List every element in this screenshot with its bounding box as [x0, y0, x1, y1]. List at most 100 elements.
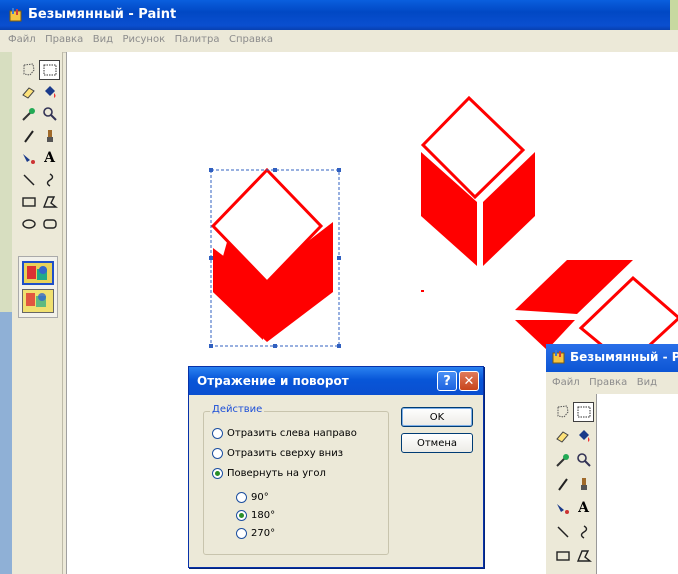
menu-image[interactable]: Рисунок — [122, 34, 165, 45]
second-airbrush-tool[interactable] — [552, 498, 573, 518]
radio-flip-vertical-label: Отразить сверху вниз — [227, 448, 344, 459]
fill-bucket-icon — [44, 86, 55, 98]
menu-file[interactable]: Файл — [8, 34, 36, 45]
rectangle-tool[interactable] — [18, 192, 39, 212]
rounded-rect-tool[interactable] — [39, 214, 60, 234]
second-fill-tool[interactable] — [573, 426, 594, 446]
radio-rotate-dot[interactable] — [212, 468, 223, 479]
menu-view[interactable]: Вид — [93, 34, 113, 45]
second-polygon-tool[interactable] — [573, 546, 594, 566]
radio-flip-horizontal-dot[interactable] — [212, 428, 223, 439]
title-bar[interactable]: Безымянный - Paint — [0, 0, 678, 30]
airbrush-tool[interactable] — [18, 148, 39, 168]
second-curve-tool[interactable] — [573, 522, 594, 542]
radio-flip-vertical[interactable]: Отразить сверху вниз — [212, 448, 343, 459]
second-rect-select-icon — [577, 406, 590, 418]
red-cube-2 — [420, 95, 535, 266]
paint-app-icon — [9, 8, 22, 22]
pencil-tool[interactable] — [18, 126, 39, 146]
second-magnifier-tool[interactable] — [573, 450, 594, 470]
transparent-option-icon — [26, 293, 46, 307]
rect-select-icon — [43, 64, 56, 76]
radio-angle-270-dot[interactable] — [236, 528, 247, 539]
second-pencil-icon — [557, 478, 568, 491]
radio-flip-vertical-dot[interactable] — [212, 448, 223, 459]
menu-help[interactable]: Справка — [229, 34, 273, 45]
second-free-select-icon — [557, 405, 569, 418]
line-tool[interactable] — [18, 170, 39, 190]
brush-tool[interactable] — [39, 126, 60, 146]
eraser-tool[interactable] — [18, 82, 39, 102]
magnifier-tool[interactable] — [39, 104, 60, 124]
second-rectangle-icon — [555, 551, 570, 561]
second-rectangle-tool[interactable] — [552, 546, 573, 566]
radio-angle-270-label: 270° — [251, 528, 276, 539]
rounded-rect-icon — [42, 219, 57, 229]
second-rect-select-tool[interactable] — [573, 402, 594, 422]
radio-rotate-label: Повернуть на угол — [227, 468, 326, 479]
ok-button[interactable]: OK — [401, 407, 473, 427]
polygon-tool[interactable] — [39, 192, 60, 212]
second-drawing-canvas[interactable] — [596, 394, 678, 574]
second-menu-bar: Файл Правка Вид — [546, 372, 678, 394]
text-tool-icon: A — [44, 150, 55, 166]
eraser-icon — [21, 87, 35, 99]
dialog-title-bar[interactable]: Отражение и поворот ? ✕ — [189, 367, 483, 395]
second-menu-edit[interactable]: Правка — [589, 377, 627, 388]
second-pencil-tool[interactable] — [552, 474, 573, 494]
ellipse-icon — [21, 219, 36, 229]
curve-icon — [46, 173, 53, 187]
menu-palette[interactable]: Палитра — [175, 34, 220, 45]
radio-angle-90-label: 90° — [251, 492, 269, 503]
menu-edit[interactable]: Правка — [45, 34, 83, 45]
free-select-tool[interactable] — [18, 60, 39, 80]
polygon-icon — [42, 196, 58, 208]
second-line-tool[interactable] — [552, 522, 573, 542]
rect-select-tool[interactable] — [39, 60, 60, 80]
second-text-tool[interactable]: A — [573, 498, 594, 518]
radio-flip-horizontal-label: Отразить слева направо — [227, 428, 357, 439]
second-fill-bucket-icon — [578, 430, 589, 442]
action-group-label: Действие — [210, 404, 265, 415]
red-speck — [421, 290, 424, 292]
help-button[interactable]: ? — [437, 371, 457, 391]
fill-tool[interactable] — [39, 82, 60, 102]
ellipse-tool[interactable] — [18, 214, 39, 234]
cancel-button[interactable]: Отмена — [401, 433, 473, 453]
second-menu-view[interactable]: Вид — [637, 377, 657, 388]
second-line-icon — [556, 526, 569, 538]
curve-tool[interactable] — [39, 170, 60, 190]
text-tool[interactable]: A — [39, 148, 60, 168]
radio-rotate[interactable]: Повернуть на угол — [212, 468, 326, 479]
radio-flip-horizontal[interactable]: Отразить слева направо — [212, 428, 357, 439]
second-brush-tool[interactable] — [573, 474, 594, 494]
dialog-title: Отражение и поворот — [197, 374, 349, 388]
desktop-edge — [670, 0, 678, 30]
radio-angle-180[interactable]: 180° — [236, 510, 275, 521]
radio-angle-180-label: 180° — [251, 510, 276, 521]
transparent-option[interactable] — [22, 289, 54, 313]
radio-angle-180-dot[interactable] — [236, 510, 247, 521]
rectangle-icon — [21, 197, 36, 207]
window-title: Безымянный - Paint — [28, 7, 177, 22]
opaque-option[interactable] — [22, 261, 54, 285]
second-menu-file[interactable]: Файл — [552, 377, 580, 388]
second-eraser-tool[interactable] — [552, 426, 573, 446]
second-eyedropper-icon — [555, 454, 569, 467]
red-cube-1 — [210, 167, 333, 342]
second-title-bar[interactable]: Безымянный - Р — [546, 344, 678, 372]
second-free-select-tool[interactable] — [552, 402, 573, 422]
desktop-strip-blue — [0, 312, 12, 574]
desktop-strip — [0, 52, 12, 574]
radio-angle-90-dot[interactable] — [236, 492, 247, 503]
second-magnifier-icon — [576, 453, 591, 467]
color-picker-tool[interactable] — [18, 104, 39, 124]
radio-angle-270[interactable]: 270° — [236, 528, 275, 539]
menu-bar: Файл Правка Вид Рисунок Палитра Справка — [0, 30, 678, 53]
second-color-picker-tool[interactable] — [552, 450, 573, 470]
close-button[interactable]: ✕ — [459, 371, 479, 391]
flip-rotate-dialog: Отражение и поворот ? ✕ Действие Отразит… — [188, 366, 484, 568]
second-paint-app-icon — [552, 350, 565, 364]
radio-angle-90[interactable]: 90° — [236, 492, 269, 503]
second-brush-icon — [580, 478, 587, 490]
